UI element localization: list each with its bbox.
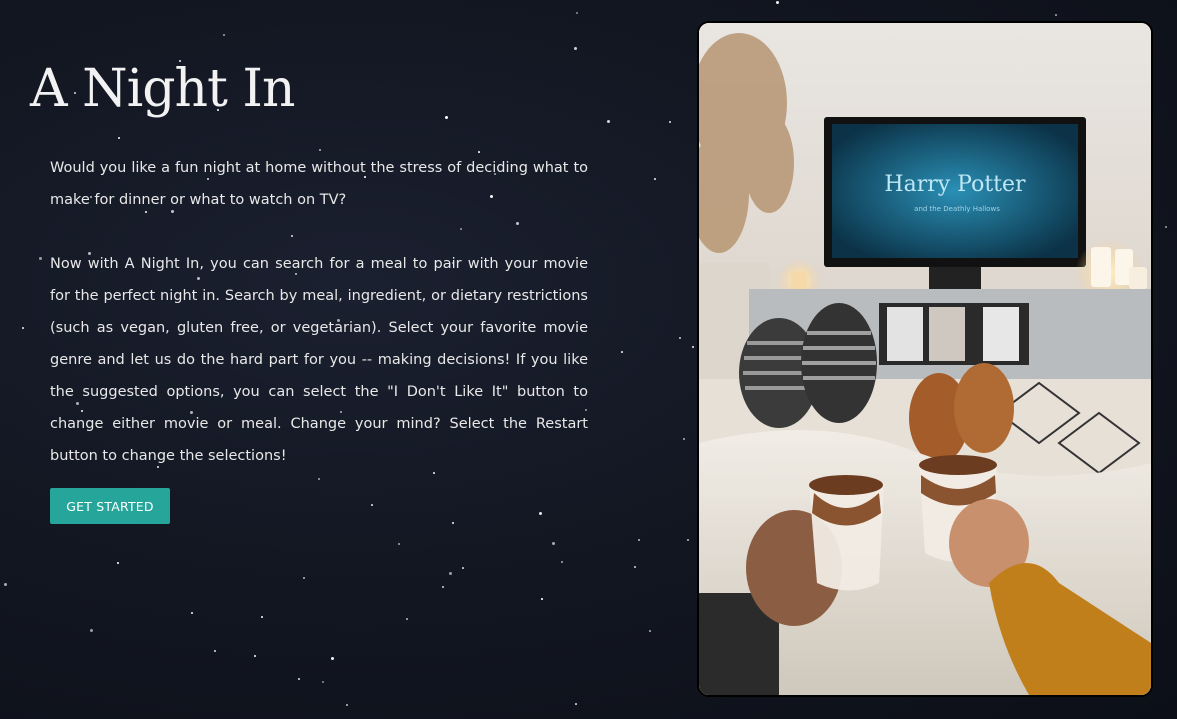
intro-text: Would you like a fun night at home witho… bbox=[50, 152, 588, 504]
tv-title: Harry Potter bbox=[884, 172, 1026, 197]
hero-photo: Harry Potter and the Deathly Hallows bbox=[697, 21, 1153, 697]
page-title: A Night In bbox=[30, 59, 295, 119]
star bbox=[1165, 226, 1167, 228]
intro-paragraph-1: Would you like a fun night at home witho… bbox=[50, 160, 588, 208]
tv-subtitle: and the Deathly Hallows bbox=[914, 205, 1000, 213]
star bbox=[692, 346, 694, 348]
get-started-button[interactable]: Get Started bbox=[50, 488, 170, 524]
intro-section: A Night In Would you like a fun night at… bbox=[0, 0, 690, 719]
star bbox=[1055, 14, 1057, 16]
star bbox=[776, 1, 779, 4]
intro-paragraph-2: Now with A Night In, you can search for … bbox=[50, 256, 588, 464]
